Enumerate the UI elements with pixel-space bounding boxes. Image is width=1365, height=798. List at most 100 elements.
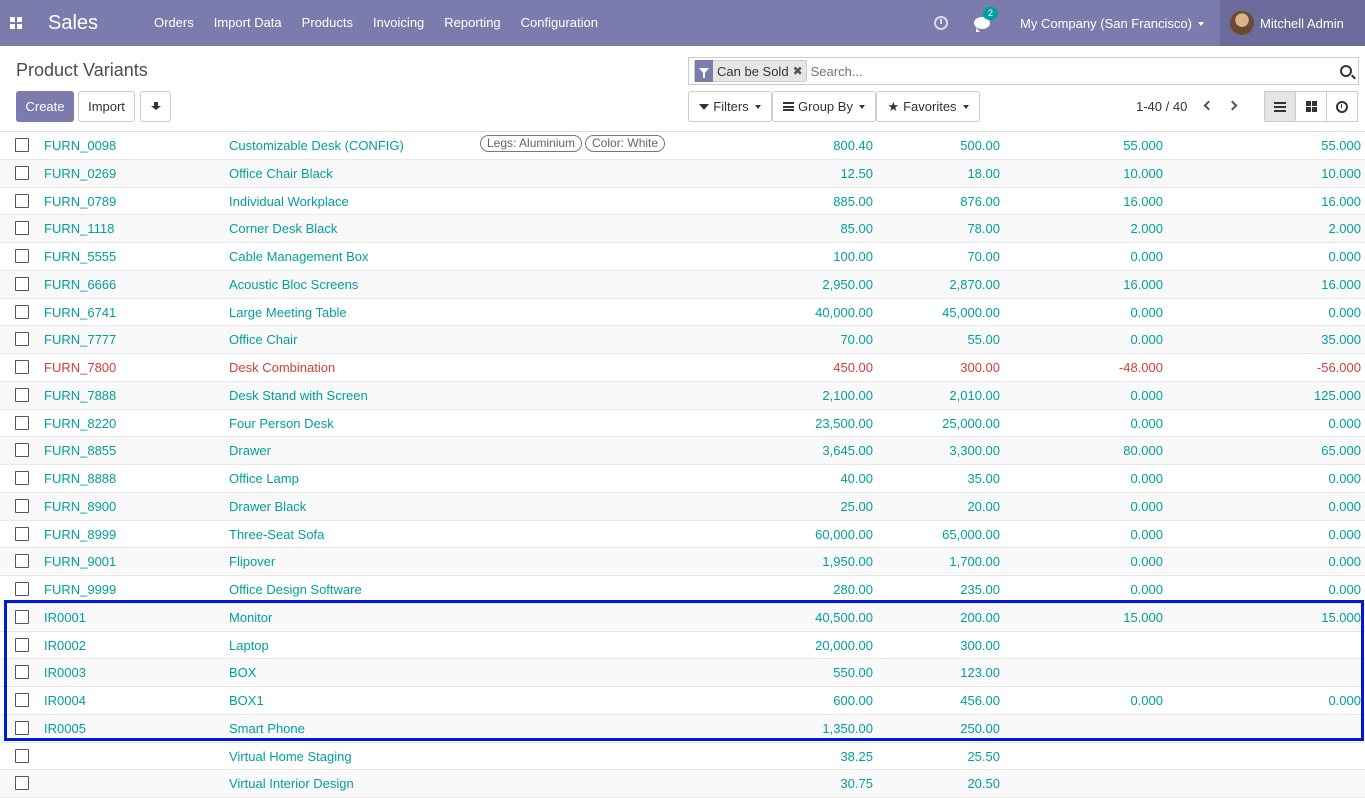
table-row[interactable]: FURN_9999 Office Design Software 280.00 235… bbox=[0, 576, 1365, 604]
cost: 300.00 bbox=[960, 637, 1000, 653]
cost: 235.00 bbox=[960, 582, 1000, 597]
table-row[interactable]: FURN_0789 Individual Workplace 885.00 876.0… bbox=[0, 188, 1365, 216]
menu-configuration[interactable]: Configuration bbox=[511, 0, 608, 46]
table-row[interactable]: IR0005 Smart Phone 1,350.00 250.00 bbox=[0, 714, 1365, 743]
cost: 3,300.00 bbox=[949, 443, 1000, 459]
user-menu[interactable]: Mitchell Admin bbox=[1220, 0, 1365, 46]
menu-reporting[interactable]: Reporting bbox=[434, 0, 510, 46]
row-checkbox[interactable] bbox=[15, 304, 29, 319]
row-checkbox[interactable] bbox=[15, 471, 29, 485]
table-row[interactable]: FURN_9001 Flipover 1,950.00 1,700.00 0.000 0.… bbox=[0, 548, 1365, 576]
cost: 25,000.00 bbox=[942, 415, 1000, 431]
table-row[interactable]: Virtual Interior Design 30.75 20.50 bbox=[0, 770, 1365, 798]
search-input[interactable] bbox=[810, 63, 1331, 79]
internal-reference: FURN_8855 bbox=[44, 443, 117, 459]
sales-price: 2,950.00 bbox=[822, 276, 873, 292]
apps-menu-icon[interactable] bbox=[0, 0, 32, 46]
row-checkbox[interactable] bbox=[15, 748, 29, 763]
quantity-on-hand: 16.000 bbox=[1123, 276, 1163, 292]
table-row[interactable]: IR0004 BOX1 600.00 456.00 0.000 0.000 bbox=[0, 687, 1365, 715]
table-row[interactable]: FURN_7777 Office Chair 70.00 55.00 0.000 35.0… bbox=[0, 326, 1365, 354]
row-checkbox[interactable] bbox=[15, 526, 29, 541]
table-row[interactable]: FURN_7800 Desk Combination 450.00 300.00 -48… bbox=[0, 354, 1365, 382]
product-name: BOX bbox=[229, 665, 257, 681]
row-checkbox[interactable] bbox=[15, 720, 29, 735]
internal-reference: FURN_9001 bbox=[44, 554, 117, 570]
table-row[interactable]: FURN_8220 Four Person Desk 23,500.00 25,000… bbox=[0, 410, 1365, 438]
table-row[interactable]: FURN_6666 Acoustic Bloc Screens 2,950.00 2,… bbox=[0, 270, 1365, 299]
row-checkbox[interactable] bbox=[15, 637, 29, 652]
row-checkbox[interactable] bbox=[15, 332, 29, 347]
table-row[interactable]: IR0002 Laptop 20,000.00 300.00 bbox=[0, 632, 1365, 660]
page-title: Product Variants bbox=[16, 60, 148, 80]
pager-next-button[interactable] bbox=[1227, 99, 1239, 113]
messaging-menu[interactable]: 2 bbox=[974, 7, 999, 32]
create-button[interactable]: Create bbox=[16, 91, 74, 122]
company-name: My Company (San Francisco) bbox=[1020, 15, 1192, 31]
row-checkbox[interactable] bbox=[15, 193, 29, 208]
row-checkbox[interactable] bbox=[15, 249, 29, 263]
row-checkbox[interactable] bbox=[15, 138, 29, 152]
row-checkbox[interactable] bbox=[15, 582, 29, 596]
list-view-button[interactable] bbox=[1264, 91, 1296, 122]
table-row[interactable]: FURN_8888 Office Lamp 40.00 35.00 0.000 0.000 bbox=[0, 465, 1365, 493]
cost: 300.00 bbox=[960, 360, 1000, 375]
table-row[interactable]: FURN_8855 Drawer 3,645.00 3,300.00 80.000 65.… bbox=[0, 437, 1365, 465]
row-checkbox[interactable] bbox=[15, 693, 29, 707]
kanban-view-button[interactable] bbox=[1295, 91, 1327, 122]
row-checkbox[interactable] bbox=[15, 387, 29, 402]
row-checkbox[interactable] bbox=[15, 498, 29, 513]
table-row[interactable]: FURN_0269 Office Chair Black 12.50 18.00 10.… bbox=[0, 159, 1365, 188]
pager-previous-button[interactable] bbox=[1202, 99, 1214, 113]
sales-price: 2,100.00 bbox=[822, 387, 873, 403]
table-row[interactable]: FURN_7888 Desk Stand with Screen 2,100.00 2… bbox=[0, 381, 1365, 410]
groupby-label: Group By bbox=[798, 99, 853, 114]
product-name: Virtual Home Staging bbox=[229, 748, 352, 764]
quantity-on-hand: 16.000 bbox=[1123, 193, 1163, 209]
sales-price: 885.00 bbox=[833, 193, 873, 209]
table-row[interactable]: FURN_8900 Drawer Black 25.00 20.00 0.000 0.00… bbox=[0, 492, 1365, 521]
pager-value[interactable]: 1-40 / 40 bbox=[1136, 99, 1187, 114]
row-checkbox[interactable] bbox=[15, 665, 29, 680]
internal-reference: FURN_8888 bbox=[44, 471, 117, 486]
table-row[interactable]: FURN_1118 Corner Desk Black 85.00 78.00 2.00… bbox=[0, 215, 1365, 243]
table-row[interactable]: FURN_6741 Large Meeting Table 40,000.00 45,… bbox=[0, 299, 1365, 327]
company-switcher[interactable]: My Company (San Francisco) bbox=[1020, 16, 1204, 31]
quantity-on-hand: 0.000 bbox=[1130, 415, 1163, 431]
table-row[interactable]: IR0001 Monitor 40,500.00 200.00 15.000 15.000 bbox=[0, 603, 1365, 632]
activity-clock-icon[interactable] bbox=[934, 16, 949, 30]
row-checkbox[interactable] bbox=[15, 165, 29, 180]
activity-view-button[interactable] bbox=[1326, 91, 1358, 122]
table-row[interactable]: IR0003 BOX 550.00 123.00 bbox=[0, 659, 1365, 687]
row-checkbox[interactable] bbox=[15, 415, 29, 430]
chat-count-badge: 2 bbox=[983, 7, 999, 20]
export-button[interactable] bbox=[140, 91, 171, 122]
table-row[interactable]: Virtual Home Staging 38.25 25.50 bbox=[0, 743, 1365, 771]
app-name[interactable]: Sales bbox=[48, 12, 144, 35]
row-checkbox[interactable] bbox=[15, 276, 29, 291]
row-checkbox[interactable] bbox=[15, 776, 29, 791]
forecasted-quantity: 0.000 bbox=[1328, 554, 1361, 570]
menu-import-data[interactable]: Import Data bbox=[204, 0, 292, 46]
table-row[interactable]: FURN_5555 Cable Management Box 100.00 70.00… bbox=[0, 243, 1365, 271]
row-checkbox[interactable] bbox=[15, 360, 29, 374]
groupby-dropdown[interactable]: Group By bbox=[772, 91, 876, 122]
remove-facet-icon[interactable]: ✖ bbox=[793, 64, 806, 78]
import-button[interactable]: Import bbox=[78, 91, 135, 122]
chevron-left-icon bbox=[1203, 100, 1214, 111]
row-checkbox[interactable] bbox=[15, 221, 29, 236]
search-icon[interactable] bbox=[1340, 65, 1352, 77]
row-checkbox[interactable] bbox=[15, 443, 29, 458]
row-checkbox[interactable] bbox=[15, 554, 29, 569]
favorites-dropdown[interactable]: ★ Favorites bbox=[876, 91, 980, 122]
sales-price: 20,000.00 bbox=[815, 637, 873, 653]
menu-products[interactable]: Products bbox=[292, 0, 363, 46]
row-checkbox[interactable] bbox=[15, 609, 29, 624]
table-row[interactable]: FURN_0098 Customizable Desk (CONFIG) Legs:… bbox=[0, 132, 1365, 160]
quantity-on-hand: 0.000 bbox=[1130, 249, 1163, 264]
menu-invoicing[interactable]: Invoicing bbox=[363, 0, 434, 46]
filters-dropdown[interactable]: Filters bbox=[688, 91, 772, 122]
clock-icon bbox=[1336, 100, 1348, 113]
menu-orders[interactable]: Orders bbox=[144, 0, 204, 46]
table-row[interactable]: FURN_8999 Three-Seat Sofa 60,000.00 65,000.… bbox=[0, 521, 1365, 549]
